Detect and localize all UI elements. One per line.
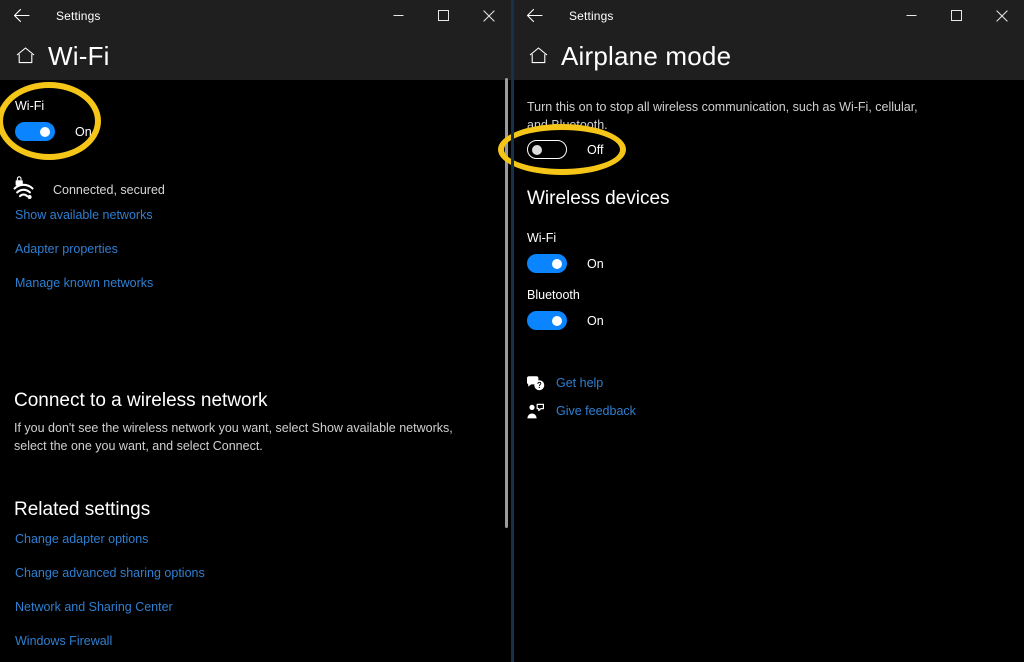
close-button-right[interactable]	[979, 0, 1024, 31]
wifi-toggle[interactable]	[15, 122, 55, 141]
close-button-left[interactable]	[466, 0, 511, 31]
wireless-bluetooth-toggle-state: On	[587, 313, 604, 328]
maximize-button-left[interactable]	[421, 0, 466, 31]
wireless-bluetooth-toggle[interactable]	[527, 311, 567, 330]
heading-wireless-devices: Wireless devices	[527, 188, 670, 209]
scrollbar-thumb-left[interactable]	[505, 78, 508, 528]
wireless-bluetooth-toggle-knob	[552, 315, 562, 326]
link-change-adapter-options[interactable]: Change adapter options	[15, 532, 148, 546]
minimize-button-left[interactable]	[376, 0, 421, 31]
link-windows-firewall[interactable]: Windows Firewall	[15, 634, 112, 648]
link-adapter-properties[interactable]: Adapter properties	[15, 242, 118, 256]
titlebar-right: Settings	[513, 0, 1024, 31]
window-controls-left	[376, 0, 511, 31]
heading-connect-wireless: Connect to a wireless network	[14, 390, 268, 411]
wifi-toggle-row[interactable]: On	[15, 122, 92, 141]
wifi-status-row: Connected, secured	[12, 175, 165, 205]
give-feedback-icon	[525, 401, 545, 421]
page-header-left: Wi-Fi	[0, 31, 511, 80]
home-icon-left[interactable]	[15, 46, 35, 66]
link-show-available-networks[interactable]: Show available networks	[15, 208, 153, 222]
page-title-wifi: Wi-Fi	[48, 40, 110, 71]
window-title-left: Settings	[56, 8, 101, 23]
airplane-description-line1: Turn this on to stop all wireless commun…	[527, 100, 918, 114]
window-title-right: Settings	[569, 8, 614, 23]
airplane-toggle-row[interactable]: Off	[527, 140, 603, 159]
link-get-help[interactable]: Get help	[556, 376, 603, 390]
page-title-airplane-mode: Airplane mode	[561, 40, 732, 71]
wireless-wifi-toggle[interactable]	[527, 254, 567, 273]
heading-related-settings: Related settings	[14, 499, 151, 520]
page-header-right: Airplane mode	[513, 31, 1024, 80]
wifi-toggle-knob	[40, 126, 50, 137]
wireless-device-label-bluetooth: Bluetooth	[527, 288, 580, 302]
airplane-mode-toggle-state: Off	[587, 142, 604, 157]
titlebar-left: Settings	[0, 0, 511, 31]
get-help-row[interactable]: Get help	[525, 373, 603, 393]
wifi-toggle-label: Wi-Fi	[15, 99, 45, 113]
content-left: Wi-Fi On Connected, secured Show availab…	[0, 80, 511, 662]
airplane-mode-toggle[interactable]	[527, 140, 567, 159]
link-manage-known-networks[interactable]: Manage known networks	[15, 276, 153, 290]
back-button-left[interactable]	[0, 0, 42, 31]
wifi-secured-icon	[12, 175, 42, 205]
get-help-icon	[525, 373, 545, 393]
wireless-device-label-wifi: Wi-Fi	[527, 231, 557, 245]
airplane-description-line2: and Bluetooth.	[527, 118, 608, 132]
airplane-mode-toggle-knob	[532, 144, 542, 155]
link-give-feedback[interactable]: Give feedback	[556, 404, 636, 418]
settings-window-airplane-mode: Settings Airplane mode Turn this on to s…	[511, 0, 1024, 662]
dual-settings-screenshot: Settings Wi-Fi Wi-Fi On Connected, secur…	[0, 0, 1024, 662]
minimize-button-right[interactable]	[889, 0, 934, 31]
wireless-device-toggle-row-bluetooth[interactable]: On	[527, 311, 604, 330]
give-feedback-row[interactable]: Give feedback	[525, 401, 636, 421]
wifi-toggle-state: On	[75, 124, 92, 139]
wifi-status-text: Connected, secured	[53, 183, 165, 197]
window-controls-right	[889, 0, 1024, 31]
body-connect-wireless: If you don't see the wireless network yo…	[14, 421, 453, 453]
wireless-wifi-toggle-state: On	[587, 256, 604, 271]
back-button-right[interactable]	[513, 0, 555, 31]
wireless-wifi-toggle-knob	[552, 258, 562, 269]
maximize-button-right[interactable]	[934, 0, 979, 31]
link-change-advanced-sharing-options[interactable]: Change advanced sharing options	[15, 566, 205, 580]
link-network-and-sharing-center[interactable]: Network and Sharing Center	[15, 600, 173, 614]
home-icon-right[interactable]	[528, 46, 548, 66]
content-right: Turn this on to stop all wireless commun…	[513, 80, 1024, 662]
wireless-device-toggle-row-wifi[interactable]: On	[527, 254, 604, 273]
settings-window-wifi: Settings Wi-Fi Wi-Fi On Connected, secur…	[0, 0, 511, 662]
